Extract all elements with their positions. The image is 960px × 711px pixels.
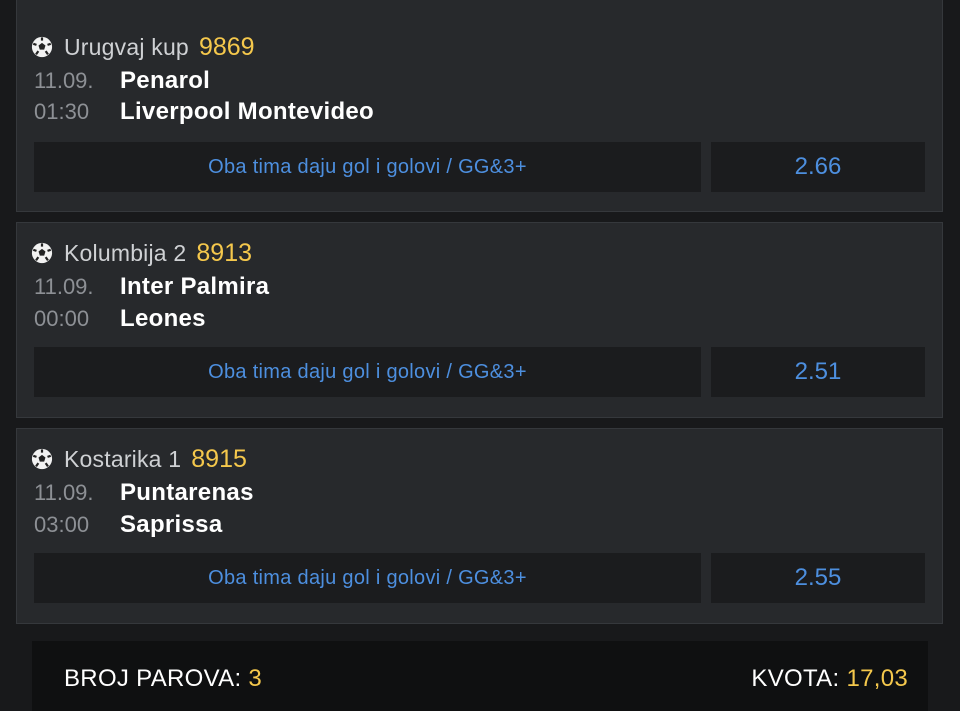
match-time: 00:00 [34, 306, 90, 331]
match-row-away: 00:00 Leones [34, 305, 206, 333]
home-team: Puntarenas [120, 479, 254, 506]
match-row-home: 11.09. Penarol [34, 67, 210, 95]
pairs-label: BROJ PAROVA: [64, 665, 242, 692]
home-team: Penarol [120, 67, 211, 94]
pairs-count: BROJ PAROVA: 3 [64, 665, 262, 693]
bet-type-button[interactable]: Oba tima daju gol i golovi / GG&3+ [34, 347, 701, 397]
match-code: 9869 [198, 32, 255, 61]
odd-button[interactable]: 2.51 [711, 347, 925, 397]
match-row-away: 01:30 Liverpool Montevideo [34, 98, 374, 126]
odd-button[interactable]: 2.55 [711, 553, 925, 603]
match-date: 11.09. [34, 274, 94, 299]
league-header: Kostarika 1 8915 [31, 444, 247, 474]
pairs-value: 3 [248, 665, 263, 692]
odd-button[interactable]: 2.66 [711, 142, 925, 192]
odds-value: 17,03 [846, 665, 908, 692]
total-odds: KVOTA: 17,03 [751, 665, 908, 693]
home-team: Inter Palmira [120, 273, 270, 300]
match-time: 01:30 [34, 99, 90, 124]
league-header: Kolumbija 2 8913 [31, 238, 252, 268]
bet-type-button[interactable]: Oba tima daju gol i golovi / GG&3+ [34, 553, 701, 603]
match-code: 8913 [196, 238, 253, 267]
match-row-home: 11.09. Puntarenas [34, 479, 254, 507]
match-card: Urugvaj kup 9869 11.09. Penarol 01:30 Li… [16, 0, 943, 212]
league-name: Urugvaj kup [64, 33, 189, 60]
soccer-ball-icon [31, 448, 53, 470]
soccer-ball-icon [31, 36, 53, 58]
match-date: 11.09. [34, 68, 94, 93]
match-date: 11.09. [34, 480, 94, 505]
soccer-ball-icon [31, 242, 53, 264]
match-row-away: 03:00 Saprissa [34, 511, 222, 539]
match-time: 03:00 [34, 512, 90, 537]
league-header: Urugvaj kup 9869 [31, 32, 255, 62]
bet-type-button[interactable]: Oba tima daju gol i golovi / GG&3+ [34, 142, 701, 192]
away-team: Saprissa [120, 511, 223, 538]
match-row-home: 11.09. Inter Palmira [34, 273, 269, 301]
odds-label: KVOTA: [751, 665, 840, 692]
away-team: Liverpool Montevideo [120, 98, 375, 125]
ticket-summary: BROJ PAROVA: 3 KVOTA: 17,03 [32, 641, 928, 711]
match-card: Kostarika 1 8915 11.09. Puntarenas 03:00… [16, 428, 943, 624]
league-name: Kostarika 1 [64, 445, 182, 472]
match-code: 8915 [191, 444, 247, 473]
league-name: Kolumbija 2 [64, 239, 187, 266]
match-card: Kolumbija 2 8913 11.09. Inter Palmira 00… [16, 222, 943, 418]
away-team: Leones [120, 305, 206, 332]
